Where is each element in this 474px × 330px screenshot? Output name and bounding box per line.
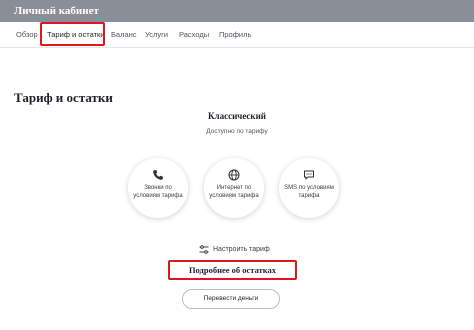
configure-tariff-label: Настроить тариф (213, 245, 270, 253)
top-bar: Личный кабинет (0, 0, 474, 22)
tab-overview[interactable]: Обзор (16, 30, 38, 39)
feature-internet[interactable]: Интернет по условиям тарифа (204, 158, 264, 218)
transfer-money-button[interactable]: Перевести деньги (182, 289, 280, 309)
sliders-icon (199, 244, 209, 254)
page-title: Тариф и остатки (14, 90, 113, 105)
tab-profile[interactable]: Профиль (219, 30, 251, 39)
globe-icon (228, 169, 240, 181)
feature-sms[interactable]: SMS по условиям тарифа (279, 158, 339, 218)
message-icon (304, 170, 314, 180)
feature-internet-label: Интернет по условиям тарифа (209, 185, 259, 199)
remaining-details-link[interactable]: Подробнее об остатках (168, 260, 297, 280)
plan-subtitle: Доступно по тарифу (206, 128, 268, 135)
phone-icon (153, 170, 163, 180)
tab-expenses[interactable]: Расходы (179, 30, 209, 39)
configure-tariff-link[interactable]: Настроить тариф (199, 243, 270, 255)
tab-services[interactable]: Услуги (145, 30, 168, 39)
tab-balance[interactable]: Баланс (111, 30, 137, 39)
active-tab-highlight (40, 22, 105, 46)
feature-calls-label: Звонки по условиям тарифа (133, 185, 183, 199)
feature-calls[interactable]: Звонки по условиям тарифа (128, 158, 188, 218)
app-title: Личный кабинет (14, 5, 99, 17)
feature-sms-label: SMS по условиям тарифа (284, 185, 334, 199)
plan-name: Классический (208, 111, 266, 121)
